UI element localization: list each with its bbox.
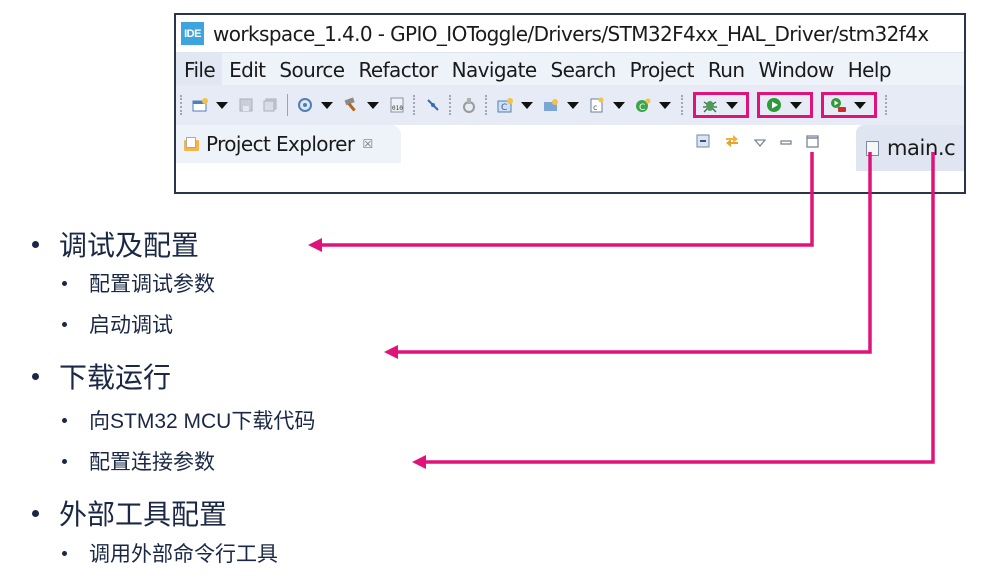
menu-run[interactable]: Run [701,53,752,86]
toolbar-grip[interactable] [180,95,184,115]
build-icon[interactable] [343,97,359,113]
sub-bullet: 向STM32 MCU下载代码 [62,405,315,435]
arrow-external-tools [426,152,935,464]
menu-search[interactable]: Search [544,53,623,86]
menu-navigate[interactable]: Navigate [445,53,544,86]
binary-file-icon[interactable]: 010 [389,97,405,113]
sub-bullet: 启动调试 [62,309,173,339]
menu-project[interactable]: Project [623,53,701,86]
svg-text:C: C [501,103,507,113]
toolbar-grip[interactable] [485,95,489,115]
run-button-highlight [757,92,813,118]
sub-bullet: 配置调试参数 [62,268,215,298]
menu-edit[interactable]: Edit [222,53,272,86]
toolbar-separator [287,94,288,116]
svg-text:C: C [639,103,645,113]
external-tools-dropdown-arrow[interactable] [854,101,866,109]
ide-logo-icon: IDE [181,22,204,45]
menu-file[interactable]: File [176,53,223,86]
new-c-file-icon[interactable]: c [589,97,605,113]
view-menu-icon[interactable] [753,135,767,151]
sub-bullet-label: 启动调试 [89,314,173,337]
new-c-project-dropdown-arrow[interactable] [521,101,533,109]
link-icon[interactable] [425,97,441,113]
bullet-dot [32,240,39,248]
bullet-label: 下载运行 [59,362,172,393]
view-toolbar [696,133,819,152]
new-c-project-icon[interactable]: C [497,97,513,113]
bullet-dot [32,372,39,380]
new-icon[interactable] [192,97,208,113]
bullet-external-tools: 外部工具配置 [32,493,227,533]
toolbar: 010 C c C [176,85,964,125]
minimize-icon[interactable] [780,135,792,151]
build-dropdown-arrow[interactable] [367,101,379,109]
new-c-file-dropdown-arrow[interactable] [613,101,625,109]
bullet-dot [62,458,67,464]
project-explorer-icon [184,137,200,151]
bullet-debug-config: 调试及配置 [32,224,199,264]
target-icon[interactable] [461,97,477,113]
menu-refactor[interactable]: Refactor [352,53,445,86]
sub-bullet-label: 配置调试参数 [89,273,215,296]
run-dropdown-arrow[interactable] [790,101,802,109]
sub-bullet-label: 配置连接参数 [89,451,215,474]
build-settings-dropdown-arrow[interactable] [321,101,333,109]
title-bar: IDE workspace_1.4.0 - GPIO_IOToggle/Driv… [176,15,964,52]
toolbar-grip[interactable] [413,95,417,115]
sub-bullet-label: 调用外部命令行工具 [89,543,278,566]
menu-help[interactable]: Help [841,53,898,86]
maximize-icon[interactable] [806,134,819,151]
collapse-all-icon[interactable] [696,134,710,151]
editor-tab-main-c[interactable]: main.c [856,125,964,171]
bullet-dot [62,280,67,286]
new-class-dropdown-arrow[interactable] [659,101,671,109]
sub-bullet: 配置连接参数 [62,446,215,476]
new-folder-dropdown-arrow[interactable] [567,101,579,109]
bullet-dot [62,550,67,556]
bullet-label: 外部工具配置 [59,499,228,530]
arrowhead-external-tools [412,455,426,469]
svg-text:c: c [593,103,597,112]
bullet-download-run: 下载运行 [32,356,171,396]
run-icon[interactable] [766,97,782,113]
external-tools-button-highlight [821,92,877,118]
bullet-dot [62,321,67,327]
save-icon[interactable] [238,97,254,113]
debug-dropdown-arrow[interactable] [726,101,738,109]
menu-source[interactable]: Source [272,53,351,86]
view-area: Project Explorer ☒ main.c [176,125,964,192]
arrowhead-run [384,345,398,359]
toolbar-grip[interactable] [885,95,889,115]
save-all-icon[interactable] [262,97,278,113]
external-tools-icon[interactable] [830,97,846,113]
close-icon[interactable]: ☒ [362,137,373,151]
debug-button-highlight [693,92,749,118]
menu-bar: File Edit Source Refactor Navigate Searc… [176,52,964,86]
window-title: workspace_1.4.0 - GPIO_IOToggle/Drivers/… [213,21,929,46]
bullet-dot [32,509,39,517]
build-settings-icon[interactable] [297,97,313,113]
project-explorer-label: Project Explorer [206,132,355,156]
arrowhead-debug [308,238,322,252]
bullet-label: 调试及配置 [59,230,200,261]
editor-tab-label: main.c [887,136,956,160]
new-dropdown-arrow[interactable] [216,101,228,109]
menu-window[interactable]: Window [751,53,840,86]
sub-bullet-label: 向STM32 MCU下载代码 [89,410,316,433]
sub-bullet: 调用外部命令行工具 [62,538,278,568]
bullet-dot [62,417,67,423]
link-with-editor-icon[interactable] [724,133,740,152]
new-class-icon[interactable]: C [635,97,651,113]
toolbar-grip[interactable] [449,95,453,115]
svg-text:010: 010 [392,105,403,112]
ide-window: IDE workspace_1.4.0 - GPIO_IOToggle/Driv… [174,13,966,194]
project-explorer-tab[interactable]: Project Explorer ☒ [176,125,401,163]
c-file-icon [866,140,879,156]
toolbar-grip[interactable] [681,95,685,115]
debug-icon[interactable] [702,97,718,113]
new-folder-icon[interactable] [543,97,559,113]
